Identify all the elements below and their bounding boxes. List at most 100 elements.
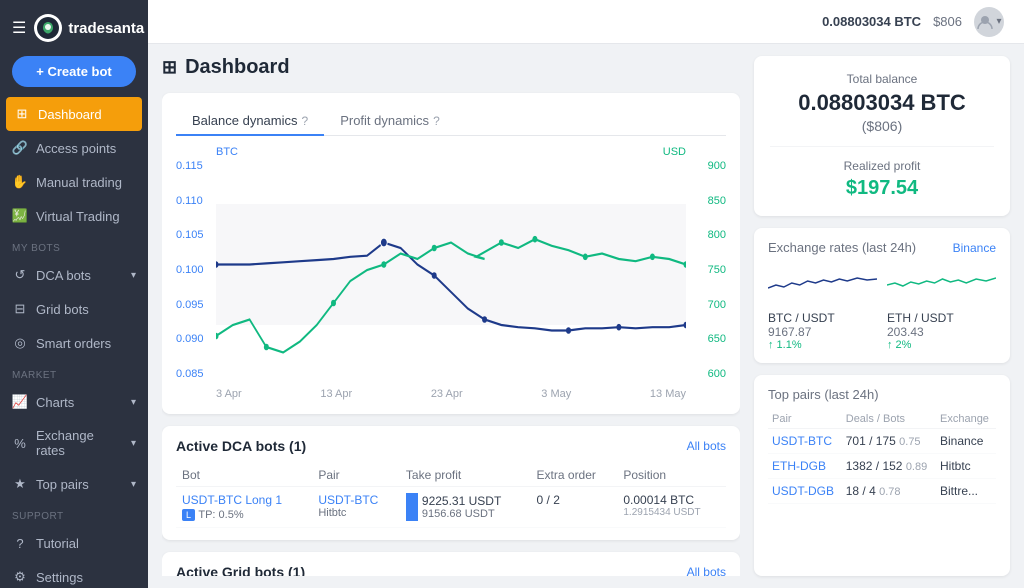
realized-value: $197.54 bbox=[770, 177, 994, 200]
pair-link[interactable]: ETH-DGB bbox=[772, 459, 826, 473]
grid-bots-header: Active Grid bots (1) All bots bbox=[176, 564, 726, 576]
exchange-cell: Binance bbox=[936, 429, 996, 454]
col-take-profit: Take profit bbox=[400, 464, 531, 487]
pair-cell: ETH-DGB bbox=[768, 454, 842, 479]
exchange-rates-title: Exchange rates (last 24h) bbox=[768, 240, 916, 255]
dashboard-grid-icon: ⊞ bbox=[162, 57, 177, 78]
tab-profit-dynamics[interactable]: Profit dynamics ? bbox=[324, 107, 456, 136]
btc-usd: $806 bbox=[933, 14, 962, 29]
sidebar-item-exchange-rates[interactable]: % Exchange rates ▾ bbox=[0, 419, 148, 467]
brand-logo: tradesanta bbox=[34, 14, 144, 42]
col-deals-bots: Deals / Bots bbox=[842, 410, 936, 429]
sidebar-header: ☰ tradesanta bbox=[0, 0, 148, 56]
mini-charts bbox=[768, 263, 996, 303]
exchange-rates-icon: % bbox=[12, 435, 28, 451]
bot-type-badge: L bbox=[182, 509, 195, 521]
sidebar-item-settings[interactable]: ⚙ Settings bbox=[0, 560, 148, 588]
grid-bots-title: Active Grid bots (1) bbox=[176, 564, 305, 576]
total-balance-btc: 0.08803034 BTC bbox=[770, 90, 994, 116]
support-label: SUPPORT bbox=[0, 501, 148, 526]
total-balance-label: Total balance bbox=[770, 72, 994, 86]
sidebar-item-dashboard[interactable]: ⊞ Dashboard bbox=[6, 97, 142, 131]
chart-card: Balance dynamics ? Profit dynamics ? BTC… bbox=[162, 93, 740, 414]
sidebar-item-label: Settings bbox=[36, 570, 83, 585]
my-bots-label: MY BOTS bbox=[0, 233, 148, 258]
btc-mini-chart bbox=[768, 263, 877, 303]
tp-percent: TP: 0.5% bbox=[198, 509, 243, 521]
tp-value-1: 9225.31 USDT bbox=[422, 494, 501, 508]
sidebar-item-label: Grid bots bbox=[36, 302, 89, 317]
eth-mini-chart bbox=[887, 263, 996, 303]
sidebar-item-virtual-trading[interactable]: 💹 Virtual Trading bbox=[0, 199, 148, 233]
extra-order-cell: 0 / 2 bbox=[531, 487, 618, 528]
pair-link[interactable]: USDT-BTC bbox=[318, 493, 394, 507]
btc-usdt-price: 9167.87 bbox=[768, 325, 877, 339]
pair-score: 0.78 bbox=[879, 486, 900, 498]
right-panel: Total balance 0.08803034 BTC ($806) Real… bbox=[754, 56, 1010, 576]
balance-help-icon[interactable]: ? bbox=[302, 114, 309, 128]
exchange-pairs: BTC / USDT 9167.87 ↑ 1.1% ETH / USDT 203… bbox=[768, 311, 996, 351]
chart-y-right: 900 850 800 750 700 650 600 bbox=[688, 160, 726, 380]
chart-tabs: Balance dynamics ? Profit dynamics ? bbox=[176, 107, 726, 136]
vt-icon: 💹 bbox=[12, 208, 28, 224]
eth-usdt-name: ETH / USDT bbox=[887, 311, 996, 325]
sidebar-item-top-pairs[interactable]: ★ Top pairs ▾ bbox=[0, 467, 148, 501]
col-pair: Pair bbox=[768, 410, 842, 429]
position-usdt: 1.2915434 USDT bbox=[623, 507, 720, 518]
sidebar-item-label: Dashboard bbox=[38, 107, 102, 122]
btc-usdt-pair: BTC / USDT 9167.87 ↑ 1.1% bbox=[768, 311, 877, 351]
charts-icon: 📈 bbox=[12, 394, 28, 410]
sidebar-item-grid-bots[interactable]: ⊟ Grid bots bbox=[0, 292, 148, 326]
total-balance-usd: ($806) bbox=[770, 118, 994, 134]
col-pair: Pair bbox=[312, 464, 400, 487]
active-dca-card: Active DCA bots (1) All bots Bot Pair Ta… bbox=[162, 426, 740, 540]
pair-cell: USDT-BTC Hitbtc bbox=[312, 487, 400, 528]
exchange-rates-header: Exchange rates (last 24h) Binance bbox=[768, 240, 996, 255]
col-extra-order: Extra order bbox=[531, 464, 618, 487]
sidebar-item-smart-orders[interactable]: ◎ Smart orders bbox=[0, 326, 148, 360]
pair-link[interactable]: USDT-BTC bbox=[772, 434, 832, 448]
dashboard-icon: ⊞ bbox=[14, 106, 30, 122]
sidebar-item-charts[interactable]: 📈 Charts ▾ bbox=[0, 385, 148, 419]
exchange-rates-card: Exchange rates (last 24h) Binance bbox=[754, 228, 1010, 363]
list-item: ETH-DGB 1382 / 152 0.89 Hitbtc bbox=[768, 454, 996, 479]
pair-cell: USDT-BTC bbox=[768, 429, 842, 454]
sidebar-item-tutorial[interactable]: ? Tutorial bbox=[0, 526, 148, 560]
active-grid-card: Active Grid bots (1) All bots bbox=[162, 552, 740, 576]
sidebar-item-dca-bots[interactable]: ↺ DCA bots ▾ bbox=[0, 258, 148, 292]
pair-link[interactable]: USDT-DGB bbox=[772, 484, 834, 498]
eth-usdt-change: ↑ 2% bbox=[887, 339, 996, 351]
chart-usd-label: USD bbox=[663, 146, 686, 158]
user-avatar-button[interactable]: ▾ bbox=[974, 7, 1004, 37]
hamburger-icon[interactable]: ☰ bbox=[12, 18, 26, 38]
bot-name-link[interactable]: USDT-BTC Long 1 bbox=[182, 493, 306, 507]
exchange-cell: Bittre... bbox=[936, 479, 996, 504]
all-dca-bots-link[interactable]: All bots bbox=[687, 439, 726, 453]
tp-value-2: 9156.68 USDT bbox=[422, 508, 501, 520]
dca-bots-header: Active DCA bots (1) All bots bbox=[176, 438, 726, 454]
take-profit-bar bbox=[406, 493, 418, 521]
sidebar-item-label: Manual trading bbox=[36, 175, 122, 190]
sidebar-item-manual-trading[interactable]: ✋ Manual trading bbox=[0, 165, 148, 199]
all-grid-bots-link[interactable]: All bots bbox=[687, 565, 726, 576]
exchange-name-link[interactable]: Binance bbox=[953, 241, 996, 255]
exchange-cell: Hitbtc bbox=[936, 454, 996, 479]
brand-name: tradesanta bbox=[68, 20, 144, 37]
sidebar-item-access-points[interactable]: 🔗 Access points bbox=[0, 131, 148, 165]
create-bot-button[interactable]: + Create bot bbox=[12, 56, 136, 87]
eth-usdt-price: 203.43 bbox=[887, 325, 996, 339]
pair-cell: USDT-DGB bbox=[768, 479, 842, 504]
table-row: USDT-BTC Long 1 L TP: 0.5% USDT-BTC Hitb… bbox=[176, 487, 726, 528]
top-pairs-card: Top pairs (last 24h) Pair Deals / Bots E… bbox=[754, 375, 1010, 576]
pair-score: 0.89 bbox=[906, 461, 927, 473]
profit-help-icon[interactable]: ? bbox=[433, 114, 440, 128]
topbar: 0.08803034 BTC $806 ▾ bbox=[148, 0, 1024, 44]
dca-bots-title: Active DCA bots (1) bbox=[176, 438, 306, 454]
sidebar-item-label: Virtual Trading bbox=[36, 209, 120, 224]
btc-usdt-name: BTC / USDT bbox=[768, 311, 877, 325]
take-profit-cell: 9225.31 USDT 9156.68 USDT bbox=[400, 487, 531, 528]
topbar-right: 0.08803034 BTC $806 ▾ bbox=[822, 7, 1004, 37]
smart-orders-icon: ◎ bbox=[12, 335, 28, 351]
tab-balance-dynamics[interactable]: Balance dynamics ? bbox=[176, 107, 324, 136]
chevron-down-icon: ▾ bbox=[131, 479, 136, 490]
